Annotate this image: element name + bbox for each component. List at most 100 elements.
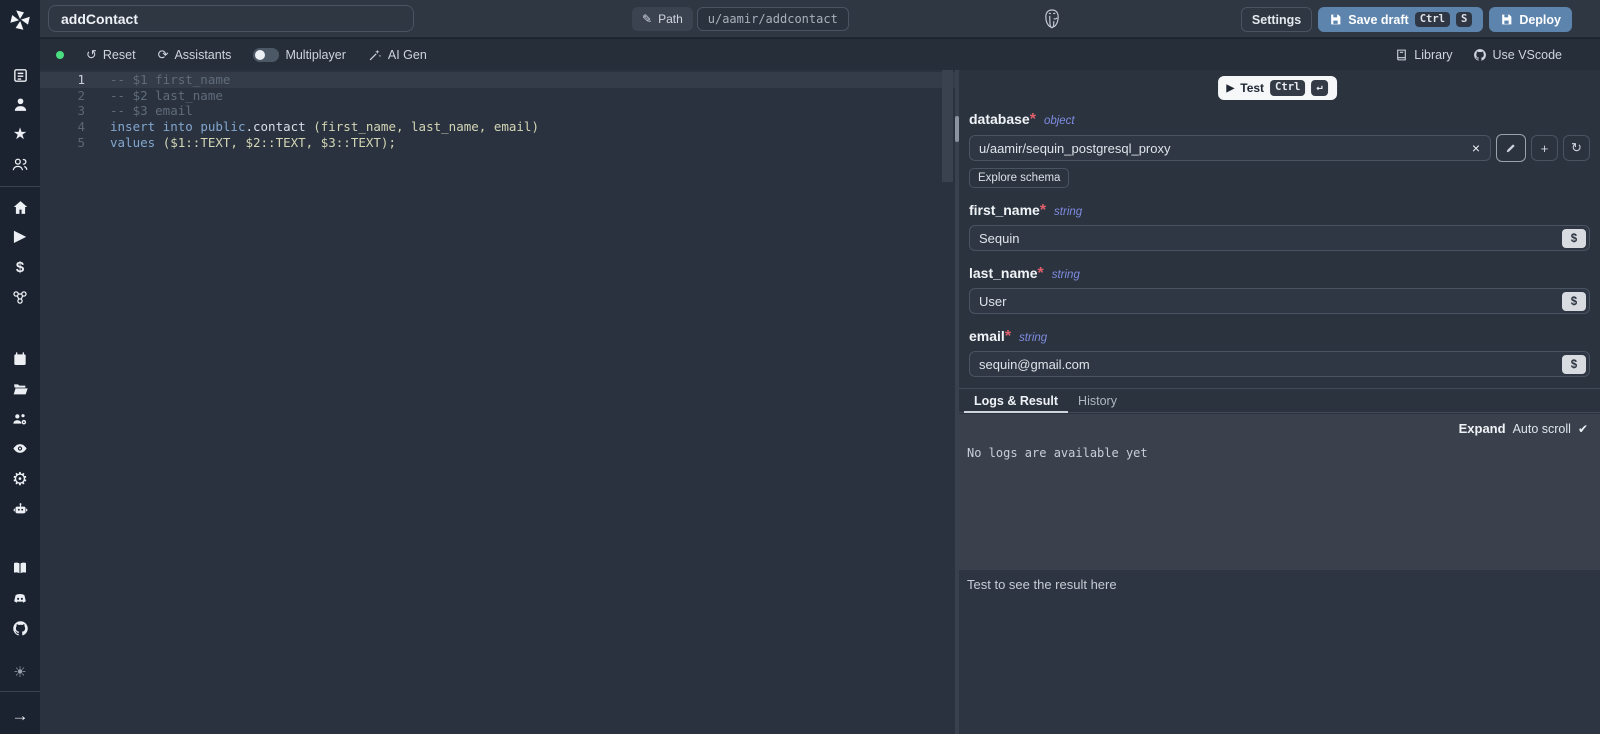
expand-button[interactable]: Expand	[1459, 421, 1506, 436]
sidebar-item-home[interactable]	[0, 193, 40, 223]
code-editor[interactable]: 1 -- $1 first_name 2 -- $2 last_name 3 -…	[40, 70, 955, 734]
sidebar-bottom: →	[0, 687, 40, 734]
code-line: 2 -- $2 last_name	[40, 88, 955, 104]
test-button[interactable]: ▶ Test Ctrl ↵	[1218, 76, 1337, 100]
tab-history[interactable]: History	[1068, 389, 1127, 412]
sidebar-divider	[0, 186, 40, 187]
last-name-field[interactable]: $	[969, 288, 1590, 314]
assistants-button[interactable]: ⟳ Assistants	[158, 47, 232, 63]
right-panel: ▶ Test Ctrl ↵ database* object ×	[959, 70, 1600, 734]
editor-scrollbar[interactable]	[942, 70, 953, 734]
code-text: values ($1::TEXT, $2::TEXT, $3::TEXT);	[85, 135, 396, 151]
explore-schema-label: Explore schema	[978, 172, 1060, 184]
sidebar-item-resources[interactable]	[0, 282, 40, 312]
ai-gen-label: AI Gen	[388, 48, 427, 62]
use-vscode-button[interactable]: Use VScode	[1473, 48, 1562, 62]
content: 1 -- $1 first_name 2 -- $2 last_name 3 -…	[40, 70, 1600, 734]
reset-button[interactable]: ↺ Reset	[86, 47, 136, 63]
first-name-input[interactable]	[970, 231, 1589, 246]
check-icon[interactable]: ✔	[1578, 422, 1588, 436]
sidebar-item-github[interactable]	[0, 613, 40, 643]
sidebar-item-audit-logs[interactable]	[0, 434, 40, 464]
toggle-switch[interactable]	[253, 48, 279, 62]
play-icon: ▶	[1227, 83, 1235, 94]
gear-icon: ⚙	[12, 470, 28, 488]
sidebar-item-ai[interactable]	[0, 494, 40, 524]
deploy-button[interactable]: Deploy	[1489, 7, 1572, 32]
test-button-label: Test	[1240, 81, 1264, 95]
required-asterisk: *	[1005, 328, 1011, 345]
sidebar-item-runs[interactable]	[0, 60, 40, 90]
sidebar-item-runs-play[interactable]: ▶	[0, 222, 40, 252]
field-input-row: $	[969, 351, 1590, 377]
sidebar-item-schedules[interactable]	[0, 344, 40, 374]
settings-button[interactable]: Settings	[1241, 7, 1312, 32]
theme-toggle[interactable]: ☀	[0, 657, 40, 687]
star-icon: ★	[13, 127, 27, 143]
logs-section: Expand Auto scroll ✔ No logs are availab…	[959, 414, 1600, 570]
line-number: 4	[40, 119, 85, 135]
kbd-ctrl: Ctrl	[1270, 80, 1305, 96]
email-input[interactable]	[970, 357, 1589, 372]
last-name-input[interactable]	[970, 294, 1589, 309]
sidebar: ★ ▶ $ ⚙	[0, 0, 40, 734]
refresh-icon: ⟳	[158, 47, 169, 63]
field-input-row: $	[969, 225, 1590, 251]
refresh-resource-button[interactable]: ↻	[1563, 135, 1590, 161]
path-group: ✎ Path u/aamir/addcontact	[632, 7, 849, 31]
library-button[interactable]: Library	[1395, 48, 1452, 62]
clear-icon[interactable]: ×	[1462, 140, 1490, 156]
ai-gen-button[interactable]: AI Gen	[368, 48, 427, 62]
multiplayer-toggle[interactable]: Multiplayer	[253, 48, 345, 62]
kbd-ctrl: Ctrl	[1415, 12, 1450, 28]
explore-schema-button[interactable]: Explore schema	[969, 168, 1069, 188]
required-asterisk: *	[1030, 111, 1036, 128]
field-type: string	[1019, 332, 1047, 344]
field-label-row: email* string	[969, 328, 1590, 346]
sidebar-item-user[interactable]	[0, 90, 40, 120]
path-value: u/aamir/addcontact	[697, 7, 849, 31]
tab-logs-result[interactable]: Logs & Result	[964, 389, 1068, 412]
database-resource-picker[interactable]: ×	[969, 135, 1491, 161]
email-field[interactable]: $	[969, 351, 1590, 377]
sidebar-item-folders[interactable]	[0, 374, 40, 404]
edit-path-button[interactable]: ✎ Path	[632, 7, 693, 31]
first-name-field[interactable]: $	[969, 225, 1590, 251]
script-name-input[interactable]	[48, 5, 414, 32]
github-icon	[1473, 48, 1487, 62]
kbd-enter: ↵	[1311, 80, 1327, 96]
field-name: email	[969, 328, 1005, 344]
insert-variable-button[interactable]: $	[1562, 229, 1586, 248]
sidebar-item-favorites[interactable]: ★	[0, 120, 40, 150]
sidebar-item-variables[interactable]: $	[0, 252, 40, 282]
scrollbar-thumb[interactable]	[942, 70, 953, 182]
field-label-row: database* object	[969, 111, 1590, 129]
windmill-logo-icon[interactable]	[7, 7, 33, 32]
result-section: Test to see the result here	[959, 570, 1600, 734]
topbar: ✎ Path u/aamir/addcontact Settings Save …	[40, 0, 1600, 38]
sidebar-item-groups[interactable]	[0, 150, 40, 180]
database-input[interactable]	[970, 141, 1462, 156]
insert-variable-button[interactable]: $	[1562, 292, 1586, 311]
dollar-icon: $	[16, 260, 24, 275]
edit-resource-button[interactable]	[1496, 134, 1526, 162]
autoscroll-toggle[interactable]: Auto scroll	[1513, 422, 1571, 436]
book-icon	[1395, 48, 1408, 62]
logs-controls: Expand Auto scroll ✔	[1459, 421, 1588, 436]
add-resource-button[interactable]: +	[1531, 135, 1558, 161]
save-draft-label: Save draft	[1348, 13, 1408, 27]
save-icon	[1500, 13, 1513, 26]
multiplayer-label: Multiplayer	[285, 48, 345, 62]
sidebar-item-settings[interactable]: ⚙	[0, 464, 40, 494]
collapse-sidebar-button[interactable]: →	[0, 696, 40, 734]
insert-variable-button[interactable]: $	[1562, 355, 1586, 374]
arrow-right-icon: →	[12, 707, 29, 724]
pencil-icon: ✎	[642, 12, 652, 26]
line-number: 3	[40, 103, 85, 119]
code-text: insert into public.contact (first_name, …	[85, 119, 539, 135]
sidebar-item-discord[interactable]	[0, 583, 40, 613]
save-draft-button[interactable]: Save draft Ctrl S	[1318, 7, 1483, 32]
sidebar-item-docs[interactable]	[0, 554, 40, 584]
toolbar-right: Library Use VScode	[1395, 48, 1600, 62]
sidebar-item-workers[interactable]	[0, 404, 40, 434]
